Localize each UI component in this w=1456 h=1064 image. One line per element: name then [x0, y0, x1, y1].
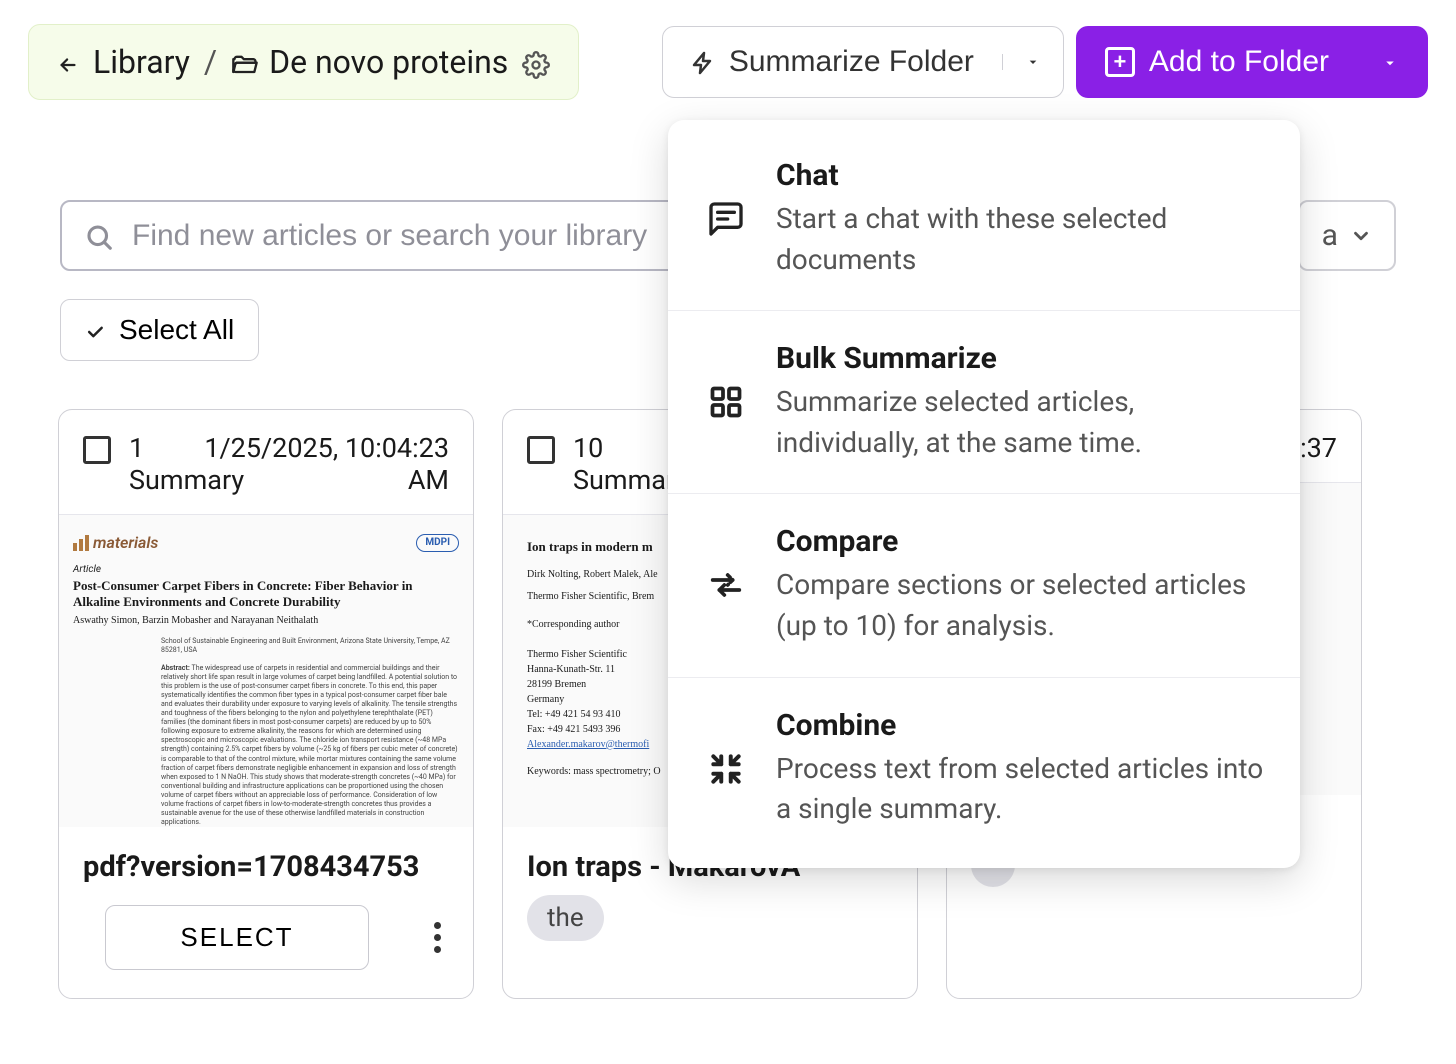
- check-icon: [85, 314, 105, 346]
- breadcrumb-library-link[interactable]: Library: [93, 43, 190, 81]
- card-checkbox[interactable]: [527, 436, 555, 464]
- chevron-down-icon: [1350, 225, 1372, 247]
- card-select-button[interactable]: SELECT: [105, 905, 369, 970]
- collapse-icon: [704, 747, 748, 791]
- card-checkbox[interactable]: [83, 436, 111, 464]
- journal-logo: materials: [73, 533, 158, 552]
- card-tag[interactable]: the: [527, 895, 604, 941]
- dropdown-item-desc: Start a chat with these selected documen…: [776, 199, 1264, 280]
- search-icon: [84, 218, 114, 253]
- sort-dropdown[interactable]: a: [1298, 200, 1396, 271]
- breadcrumb-separator: /: [204, 43, 217, 81]
- add-to-folder-label: Add to Folder: [1149, 45, 1329, 79]
- grid-icon: [704, 380, 748, 424]
- card-summary-label: Summar: [573, 464, 675, 496]
- dropdown-item-combine[interactable]: Combine Process text from selected artic…: [668, 678, 1300, 860]
- card-index: 10: [573, 432, 603, 464]
- article-card: 1 1/25/2025, 10:04:23 Summary AM materia…: [58, 409, 474, 999]
- dropdown-item-chat[interactable]: Chat Start a chat with these selected do…: [668, 128, 1300, 311]
- breadcrumb: Library / De novo proteins: [28, 24, 579, 100]
- gear-icon[interactable]: [522, 43, 550, 81]
- chevron-down-icon: [1381, 45, 1399, 79]
- compare-arrows-icon: [704, 563, 748, 607]
- dropdown-item-title: Bulk Summarize: [776, 341, 1264, 376]
- preview-authors: Aswathy Simon, Barzin Mobasher and Naray…: [73, 615, 459, 627]
- select-all-button[interactable]: Select All: [60, 299, 259, 361]
- back-arrow-icon[interactable]: [57, 43, 79, 81]
- card-index: 1: [129, 432, 144, 464]
- publisher-badge: MDPI: [416, 534, 459, 552]
- add-to-folder-button[interactable]: + Add to Folder: [1076, 26, 1428, 98]
- summarize-folder-caret[interactable]: [1002, 54, 1063, 70]
- kebab-menu-icon[interactable]: [426, 914, 449, 961]
- dropdown-item-desc: Process text from selected articles into…: [776, 749, 1264, 830]
- card-summary-label: Summary: [129, 464, 244, 496]
- card-date: 1/25/2025, 10:04:23: [204, 432, 449, 464]
- plus-square-icon: +: [1105, 47, 1135, 77]
- dropdown-item-title: Combine: [776, 708, 1264, 743]
- folder-open-icon: [231, 43, 259, 81]
- select-all-label: Select All: [119, 314, 234, 346]
- preview-title: Post-Consumer Carpet Fibers in Concrete:…: [73, 578, 459, 609]
- card-title: pdf?version=1708434753: [59, 827, 473, 895]
- summarize-dropdown: Chat Start a chat with these selected do…: [668, 120, 1300, 868]
- bolt-icon: [691, 45, 715, 79]
- summarize-folder-button[interactable]: Summarize Folder: [662, 26, 1064, 98]
- dropdown-item-title: Chat: [776, 158, 1264, 193]
- card-preview: materials MDPI Article Post-Consumer Car…: [59, 515, 473, 827]
- summarize-folder-label: Summarize Folder: [729, 45, 974, 79]
- breadcrumb-current-label: De novo proteins: [269, 43, 508, 81]
- sort-dropdown-label: a: [1322, 218, 1338, 253]
- card-ampm: AM: [408, 464, 449, 496]
- dropdown-item-desc: Compare sections or selected articles (u…: [776, 565, 1264, 646]
- chat-icon: [704, 197, 748, 241]
- dropdown-item-bulk-summarize[interactable]: Bulk Summarize Summarize selected articl…: [668, 311, 1300, 494]
- breadcrumb-current: De novo proteins: [231, 43, 508, 81]
- dropdown-item-desc: Summarize selected articles, individuall…: [776, 382, 1264, 463]
- dropdown-item-title: Compare: [776, 524, 1264, 559]
- dropdown-item-compare[interactable]: Compare Compare sections or selected art…: [668, 494, 1300, 677]
